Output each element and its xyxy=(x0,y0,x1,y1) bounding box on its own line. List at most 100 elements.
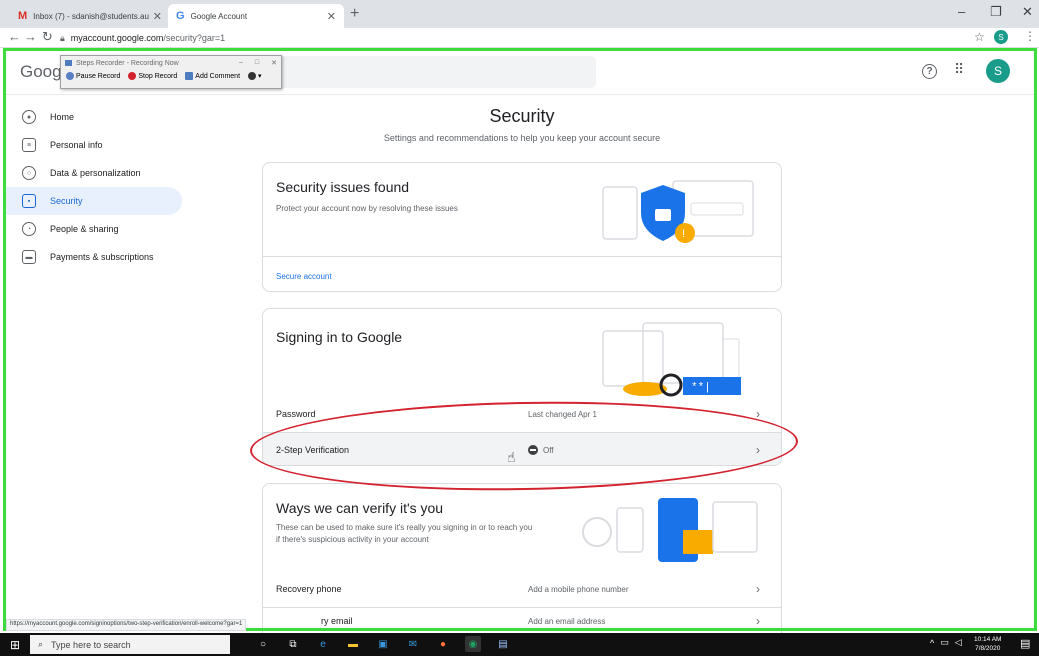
comment-icon xyxy=(185,72,194,80)
apps-grid-icon[interactable]: ⠿ xyxy=(954,61,964,78)
menu-icon[interactable]: ⋮ xyxy=(1024,29,1036,43)
verify-identity-card: Ways we can verify it's you These can be… xyxy=(262,483,782,653)
tab-title: Google Account xyxy=(190,11,248,21)
sidebar-item-personal-info[interactable]: ≡ Personal info xyxy=(6,131,182,159)
status-badge: Off xyxy=(543,445,554,455)
close-tab-icon[interactable]: ✕ xyxy=(327,10,336,23)
browser-tab-strip: M Inbox (7) - sdanish@students.au ✕ G Go… xyxy=(0,0,1039,28)
two-step-verification-row[interactable]: 2-Step Verification Off › xyxy=(263,433,781,465)
signing-in-illustration: **| xyxy=(602,322,741,397)
stop-record-button[interactable]: Stop Record xyxy=(128,72,177,80)
status-url: https://myaccount.google.com/signinoptio… xyxy=(6,619,247,631)
taskbar-clock[interactable]: 10:14 AM 7/8/2020 xyxy=(974,635,1001,653)
close-icon[interactable]: ✕ xyxy=(271,59,277,67)
new-tab-icon[interactable]: + xyxy=(350,5,359,23)
svg-text:**|: **| xyxy=(691,382,711,394)
chevron-right-icon: › xyxy=(756,443,760,457)
bookmark-star-icon[interactable]: ☆ xyxy=(974,30,985,44)
page-subtitle: Settings and recommendations to help you… xyxy=(383,133,661,143)
steps-recorder-title: Steps Recorder - Recording Now xyxy=(76,59,179,67)
cortana-icon[interactable]: ○ xyxy=(255,636,271,652)
card-title: Ways we can verify it's you xyxy=(276,500,444,516)
card-description-line1: These can be used to make sure it's real… xyxy=(276,523,533,532)
tab-google-account[interactable]: G Google Account ✕ xyxy=(168,4,344,28)
chrome-icon[interactable]: ◉ xyxy=(465,636,481,652)
lock-icon: 🔒︎ xyxy=(60,32,65,43)
secure-account-link[interactable]: Secure account xyxy=(276,272,332,281)
toggle-icon: ○ xyxy=(22,166,36,180)
minimize-icon[interactable]: – xyxy=(958,4,965,19)
taskbar-apps: ○ ⧉ e ▬ ▣ ✉ ● ◉ ▤ xyxy=(255,636,511,652)
volume-icon[interactable]: ◁ xyxy=(955,637,962,648)
page-title: Security xyxy=(489,106,555,126)
lock-icon: ▪ xyxy=(22,194,36,208)
home-icon: ● xyxy=(22,110,36,124)
steps-recorder-taskbar-icon[interactable]: ▤ xyxy=(495,636,511,652)
maximize-icon[interactable]: ❐ xyxy=(990,4,1002,20)
close-tab-icon[interactable]: ✕ xyxy=(153,10,162,23)
steps-recorder-titlebar[interactable]: Steps Recorder - Recording Now – □ ✕ xyxy=(61,56,281,70)
off-status-icon xyxy=(528,445,538,455)
account-search-input[interactable] xyxy=(264,56,596,88)
store-icon[interactable]: ▣ xyxy=(375,636,391,652)
password-row[interactable]: Password Last changed Apr 1 › xyxy=(263,397,781,431)
tab-title: Inbox (7) - sdanish@students.au xyxy=(33,11,149,21)
tab-gmail[interactable]: M Inbox (7) - sdanish@students.au ✕ xyxy=(10,4,170,28)
svg-text:!: ! xyxy=(682,228,685,240)
security-issues-illustration: ! xyxy=(602,180,754,243)
google-icon: G xyxy=(176,10,185,22)
browser-toolbar: ← → ↻ 🔒︎ myaccount.google.com /security?… xyxy=(0,28,1039,48)
card-description-line2: if there's suspicious activity in your a… xyxy=(276,535,429,544)
sidebar-item-payments[interactable]: ▬ Payments & subscriptions xyxy=(6,243,182,271)
card-title: Signing in to Google xyxy=(276,329,403,345)
back-icon[interactable]: ← xyxy=(8,29,21,44)
recovery-email-row[interactable]: ry email Add an email address › xyxy=(263,608,781,634)
add-comment-button[interactable]: Add Comment xyxy=(185,72,240,80)
profile-avatar[interactable]: S xyxy=(994,30,1008,44)
sidebar-item-home[interactable]: ● Home xyxy=(6,103,182,131)
edge-icon[interactable]: e xyxy=(315,636,331,652)
search-icon: ⌕ xyxy=(38,639,44,649)
screen: M Inbox (7) - sdanish@students.au ✕ G Go… xyxy=(0,0,1039,656)
id-card-icon: ≡ xyxy=(22,138,36,152)
card-description: Protect your account now by resolving th… xyxy=(276,204,458,213)
network-icon[interactable]: ▭ xyxy=(940,637,949,648)
minimize-icon[interactable]: – xyxy=(239,59,243,67)
verify-illustration xyxy=(582,498,758,562)
card-divider xyxy=(263,256,781,257)
stop-icon xyxy=(128,72,137,80)
help-button[interactable]: ▾ xyxy=(248,72,262,80)
address-bar[interactable]: 🔒︎ myaccount.google.com /security?gar=1 xyxy=(60,30,940,46)
chevron-up-icon[interactable]: ^ xyxy=(930,638,934,648)
mail-icon[interactable]: ✉ xyxy=(405,636,421,652)
pause-record-button[interactable]: Pause Record xyxy=(66,72,120,80)
help-icon xyxy=(248,72,257,80)
recovery-phone-row[interactable]: Recovery phone Add a mobile phone number… xyxy=(263,572,781,606)
help-icon[interactable]: ? xyxy=(922,64,937,79)
sidebar-item-data-personalization[interactable]: ○ Data & personalization xyxy=(6,159,182,187)
reload-icon[interactable]: ↻ xyxy=(42,29,53,45)
hand-cursor-icon: ☝ xyxy=(507,449,516,465)
sidebar-item-security[interactable]: ▪ Security xyxy=(6,187,182,215)
file-explorer-icon[interactable]: ▬ xyxy=(345,636,361,652)
card-title: Security issues found xyxy=(276,179,410,195)
windows-start-icon[interactable]: ⊞ xyxy=(10,638,20,652)
chevron-right-icon: › xyxy=(756,407,760,421)
window-close-icon[interactable]: ✕ xyxy=(1022,4,1033,20)
url-host: myaccount.google.com xyxy=(70,33,164,43)
account-avatar[interactable]: S xyxy=(986,59,1010,83)
task-view-icon[interactable]: ⧉ xyxy=(285,636,301,652)
sidebar-item-people-sharing[interactable]: ◔ People & sharing xyxy=(6,215,182,243)
steps-recorder-icon xyxy=(65,60,72,66)
gmail-icon: M xyxy=(18,10,28,22)
notifications-icon[interactable]: ▤ xyxy=(1020,637,1030,650)
taskbar-search-input[interactable]: ⌕ Type here to search xyxy=(30,635,230,654)
forward-icon[interactable]: → xyxy=(24,29,37,44)
pause-icon xyxy=(66,72,74,80)
people-icon: ◔ xyxy=(22,222,36,236)
maximize-icon[interactable]: □ xyxy=(255,59,259,67)
firefox-icon[interactable]: ● xyxy=(435,636,451,652)
chevron-right-icon: › xyxy=(756,582,760,596)
credit-card-icon: ▬ xyxy=(22,250,36,264)
signing-in-card: Signing in to Google **| Password Last c… xyxy=(262,308,782,466)
